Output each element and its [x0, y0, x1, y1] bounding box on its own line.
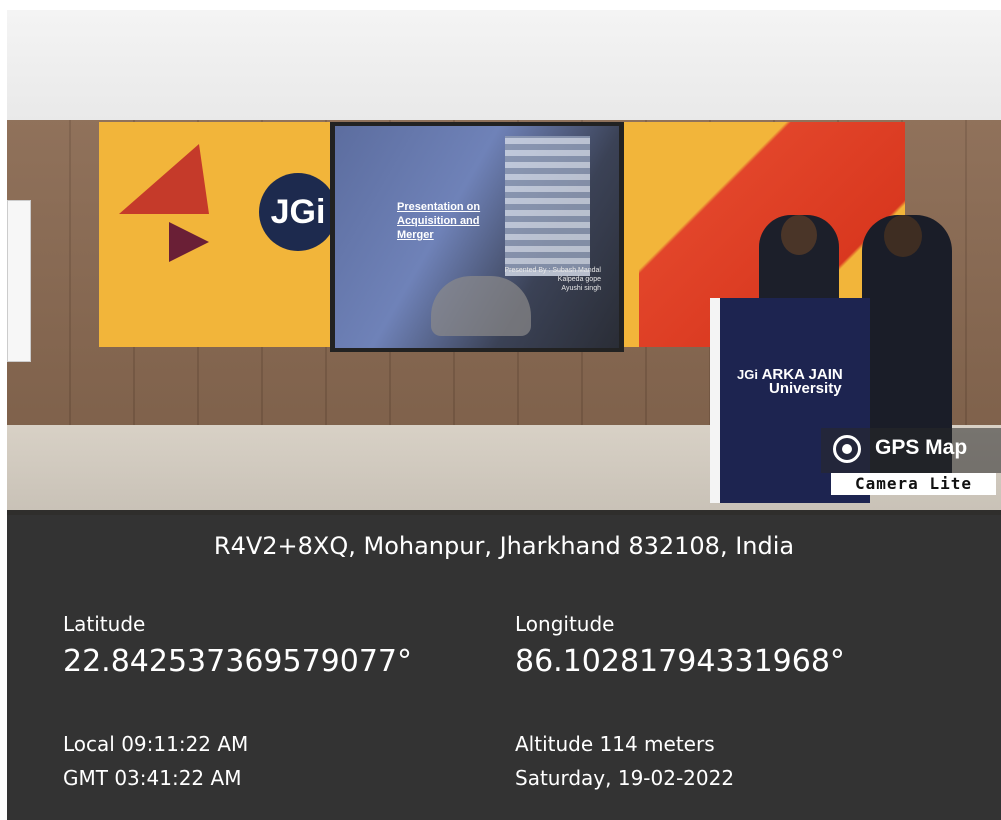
local-time: Local 09:11:22 AM	[63, 732, 249, 756]
building-image	[505, 136, 590, 276]
address: R4V2+8XQ, Mohanpur, Jharkhand 832108, In…	[213, 532, 795, 560]
person-speaking	[759, 215, 839, 310]
longitude-label: Longitude	[515, 612, 615, 636]
altitude: Altitude 114 meters	[515, 732, 715, 756]
badge-title: GPS Map	[875, 436, 968, 459]
location-info-panel: R4V2+8XQ, Mohanpur, Jharkhand 832108, In…	[7, 510, 1001, 820]
slide: Presentation on Acquisition and Merger P…	[335, 126, 619, 348]
ceiling	[7, 10, 1001, 120]
date: Saturday, 19-02-2022	[515, 766, 735, 790]
podium-logo: JGi ARKA JAIN University	[737, 366, 843, 397]
badge-subtitle: Camera Lite	[831, 473, 996, 495]
photo: JGi Presentation on Acquisition and Merg…	[7, 10, 1001, 820]
latitude-label: Latitude	[63, 612, 146, 636]
whiteboard-edge	[7, 200, 31, 362]
camera-icon	[833, 435, 861, 463]
latitude-value: 22.842537369579077°	[63, 644, 413, 679]
longitude-value: 86.10281794331968°	[515, 644, 845, 679]
gmt-time: GMT 03:41:22 AM	[63, 766, 242, 790]
gps-map-camera-badge: GPS Map Camera Lite	[821, 428, 1001, 498]
slide-presenters: Presented By : Subash Mandal Kalpeda gop…	[504, 267, 601, 292]
slide-title: Presentation on Acquisition and Merger	[397, 201, 481, 241]
banner-logo: JGi	[259, 173, 337, 251]
